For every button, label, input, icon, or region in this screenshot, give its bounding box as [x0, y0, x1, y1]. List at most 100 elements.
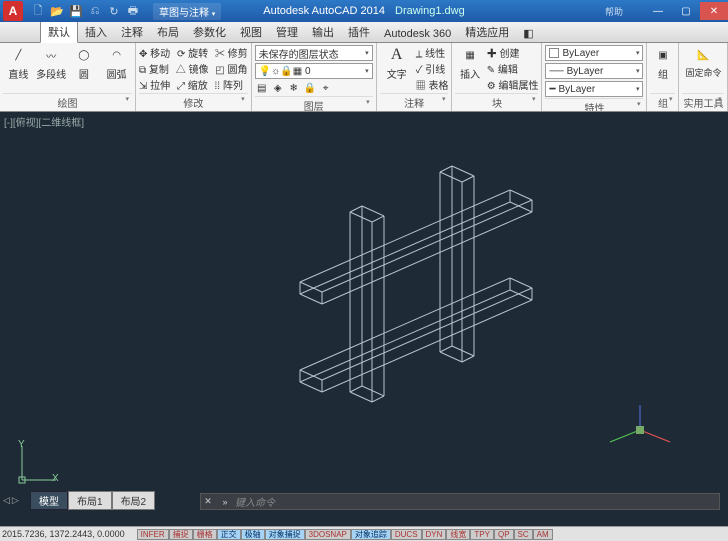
status-toggle-am[interactable]: AM — [533, 529, 553, 540]
maximize-button[interactable]: ▢ — [672, 2, 700, 20]
linetype-combo[interactable]: ──ByLayer▾ — [545, 63, 643, 79]
status-toggle-对象捕捉[interactable]: 对象捕捉 — [265, 529, 305, 540]
layer-props-icon[interactable]: ▤ — [255, 81, 269, 95]
block-create-button[interactable]: ✚ 创建 — [487, 45, 539, 60]
qat-undo-icon[interactable]: ⎌ — [87, 3, 103, 19]
panel-layers-title[interactable]: 图层 — [255, 96, 373, 112]
panel-block-title[interactable]: 块 — [455, 93, 538, 111]
nav-prev-icon[interactable]: ◁ — [3, 495, 10, 506]
status-toggle-正交[interactable]: 正交 — [217, 529, 241, 540]
copy-button[interactable]: ⧉ 复制 — [139, 61, 169, 76]
block-attr-button[interactable]: ⚙ 编辑属性 — [487, 77, 539, 92]
cmdline-close-icon[interactable]: ✕ — [201, 496, 215, 507]
circle-button[interactable]: ◯圆 — [69, 45, 100, 81]
tab-featured[interactable]: 精选应用 — [458, 21, 516, 42]
coordinates-readout[interactable]: 2015.7236, 1372.2443, 0.0000 — [2, 529, 125, 539]
dim-linear-button[interactable]: ⟂ 线性 — [416, 45, 449, 60]
tab-manage[interactable]: 管理 — [269, 21, 305, 42]
status-toggle-对象追踪[interactable]: 对象追踪 — [351, 529, 391, 540]
panel-annotation-title[interactable]: 注释 — [380, 93, 449, 111]
close-button[interactable]: ✕ — [700, 2, 728, 20]
app-menu-button[interactable]: A — [3, 1, 23, 21]
color-combo[interactable]: ByLayer▾ — [545, 45, 643, 61]
qat-redo-icon[interactable]: ↻ — [106, 3, 122, 19]
status-toggle-tpy[interactable]: TPY — [470, 529, 494, 540]
lineweight-combo[interactable]: ━ByLayer▾ — [545, 81, 643, 97]
layer-state-label: 未保存的图层状态 — [259, 46, 339, 61]
layer-freeze-icon[interactable]: ❄ — [287, 81, 301, 95]
group-button[interactable]: ▣组 — [650, 45, 675, 81]
gizmo-origin-icon — [636, 426, 644, 434]
block-edit-button[interactable]: ✎ 编辑 — [487, 61, 539, 76]
tab-layout[interactable]: 布局 — [150, 21, 186, 42]
tab-layout1[interactable]: 布局1 — [68, 491, 112, 510]
ucs-y-label: Y — [18, 439, 25, 450]
polyline-button[interactable]: 〰多段线 — [36, 45, 67, 81]
tab-layout2[interactable]: 布局2 — [112, 491, 156, 510]
panel-draw-title[interactable]: 绘图 — [3, 93, 132, 111]
minimize-button[interactable]: — — [644, 2, 672, 20]
trim-button[interactable]: ✂ 修剪 — [215, 45, 248, 60]
status-toggle-栅格[interactable]: 栅格 — [193, 529, 217, 540]
tab-view[interactable]: 视图 — [233, 21, 269, 42]
status-toggle-dyn[interactable]: DYN — [422, 529, 447, 540]
help-placeholder[interactable]: 帮助 — [584, 2, 644, 20]
status-toggle-ducs[interactable]: DUCS — [391, 529, 422, 540]
tab-a360[interactable]: Autodesk 360 — [377, 25, 458, 42]
status-toggle-qp[interactable]: QP — [494, 529, 514, 540]
move-button[interactable]: ✥ 移动 — [139, 45, 170, 60]
tab-insert[interactable]: 插入 — [78, 21, 114, 42]
stretch-button[interactable]: ⇲ 拉伸 — [139, 77, 170, 92]
command-line[interactable]: ✕ » 键入命令 — [200, 493, 720, 510]
status-toggle-捕捉[interactable]: 捕捉 — [169, 529, 193, 540]
tab-annotate[interactable]: 注释 — [114, 21, 150, 42]
fillet-button[interactable]: ◰ 圆角 — [215, 61, 247, 76]
model-layout-tabs: 模型 布局1 布局2 — [30, 491, 155, 510]
panel-annotation: A文字 ⟂ 线性 ✓ 引线 ▦ 表格 注释 — [377, 43, 453, 111]
scale-button[interactable]: ⤢ 缩放 — [177, 77, 208, 92]
status-toggle-极轴[interactable]: 极轴 — [241, 529, 265, 540]
tab-default[interactable]: 默认 — [40, 20, 78, 43]
panel-utilities-title[interactable]: 实用工具 — [682, 93, 724, 111]
tab-parametric[interactable]: 参数化 — [186, 21, 233, 42]
status-toggle-线宽[interactable]: 线宽 — [446, 529, 470, 540]
insert-block-button[interactable]: ▦插入 — [455, 45, 484, 81]
qat-print-icon[interactable]: 🖶 — [125, 3, 141, 19]
text-button[interactable]: A文字 — [380, 45, 414, 81]
layer-current-combo[interactable]: 💡☼🔒▦ 0▾ — [255, 63, 373, 79]
panel-groups-title[interactable]: 组 — [650, 93, 675, 111]
tab-plugins[interactable]: 插件 — [341, 21, 377, 42]
tab-output[interactable]: 输出 — [305, 21, 341, 42]
status-toggle-3dosnap[interactable]: 3DOSNAP — [305, 529, 351, 540]
layer-lock-icon[interactable]: 🔒 — [303, 81, 317, 95]
arc-label: 圆弧 — [107, 66, 127, 81]
color-label: ByLayer — [562, 48, 599, 59]
qat-new-icon[interactable]: 🗋 — [30, 3, 46, 19]
line-button[interactable]: ╱直线 — [3, 45, 34, 81]
arc-button[interactable]: ◠圆弧 — [101, 45, 132, 81]
status-toggle-sc[interactable]: SC — [514, 529, 533, 540]
qat-save-icon[interactable]: 💾 — [68, 3, 84, 19]
quick-access-toolbar: 🗋 📂 💾 ⎌ ↻ 🖶 — [30, 3, 141, 19]
layer-state-combo[interactable]: 未保存的图层状态▾ — [255, 45, 373, 61]
measure-button[interactable]: 📐固定命令 — [682, 45, 724, 79]
panel-properties-title[interactable]: 特性 — [545, 98, 643, 112]
leader-button[interactable]: ✓ 引线 — [416, 61, 449, 76]
cmdline-chevron-icon[interactable]: » — [218, 497, 232, 507]
mirror-button[interactable]: △ 镜像 — [176, 61, 209, 76]
panel-modify-title[interactable]: 修改 — [139, 93, 248, 111]
rotate-button[interactable]: ⟳ 旋转 — [177, 45, 208, 60]
panel-block: ▦插入 ✚ 创建 ✎ 编辑 ⚙ 编辑属性 块 — [452, 43, 542, 111]
table-button[interactable]: ▦ 表格 — [416, 77, 449, 92]
status-toggle-infer[interactable]: INFER — [137, 529, 169, 540]
tab-model[interactable]: 模型 — [30, 491, 68, 510]
layer-match-icon[interactable]: ⌖ — [319, 81, 333, 95]
array-button[interactable]: ⁞⁞ 阵列 — [215, 77, 243, 92]
tab-expand-icon[interactable]: ◧ — [516, 24, 540, 42]
nav-next-icon[interactable]: ▷ — [12, 495, 19, 506]
layer-iso-icon[interactable]: ◈ — [271, 81, 285, 95]
workspace-switcher[interactable]: 草图与注释 ▾ — [153, 3, 221, 20]
drawing-area[interactable]: [-][俯视][二维线框] — [0, 112, 728, 512]
qat-open-icon[interactable]: 📂 — [49, 3, 65, 19]
view-gizmo[interactable] — [600, 400, 680, 460]
